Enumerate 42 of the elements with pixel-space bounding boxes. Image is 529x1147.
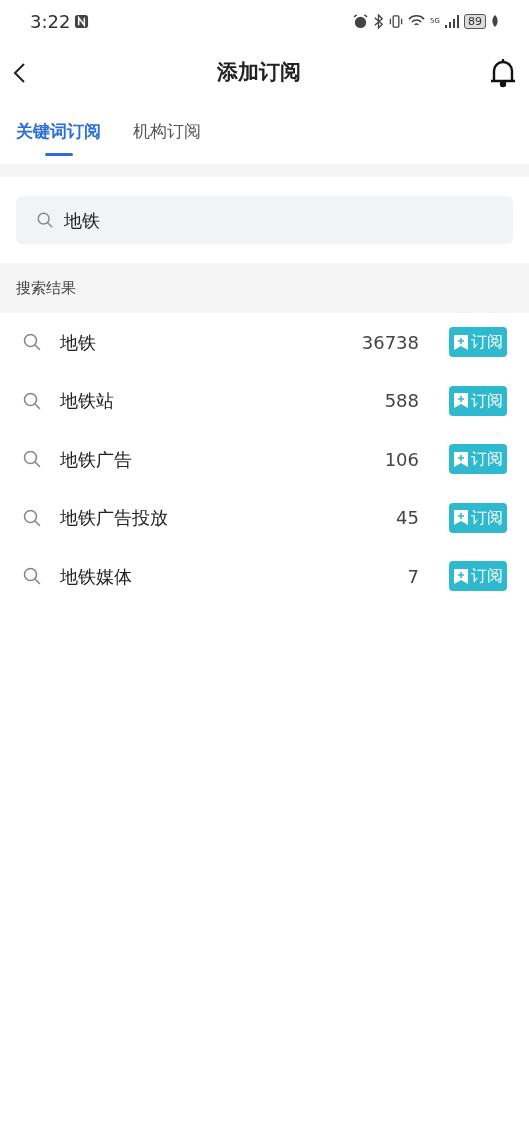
back-icon[interactable] xyxy=(12,62,28,84)
result-keyword: 地铁广告 xyxy=(60,447,132,472)
bookmark-plus-icon xyxy=(453,567,469,585)
search-icon xyxy=(22,332,42,353)
page-title: 添加订阅 xyxy=(216,59,301,87)
leaf-icon xyxy=(491,15,499,27)
result-count: 36738 xyxy=(361,330,419,355)
search-icon xyxy=(22,449,42,470)
tab[interactable]: 关键词订阅 xyxy=(16,118,101,164)
result-count: 7 xyxy=(407,564,419,589)
result-row[interactable]: 地铁站 588 订阅 xyxy=(0,371,529,430)
result-keyword: 地铁 xyxy=(60,330,96,355)
result-row[interactable]: 地铁 36738 订阅 xyxy=(0,313,529,372)
result-keyword: 地铁站 xyxy=(60,389,114,414)
vibrate-icon xyxy=(389,13,404,29)
bookmark-plus-icon xyxy=(453,450,469,468)
search-icon xyxy=(22,390,42,411)
result-count: 45 xyxy=(396,506,419,531)
bookmark-plus-icon xyxy=(453,509,469,527)
result-row[interactable]: 地铁广告 106 订阅 xyxy=(0,430,529,489)
signal-icon xyxy=(445,14,459,28)
result-keyword: 地铁媒体 xyxy=(60,564,132,589)
nfc-icon xyxy=(74,13,90,29)
search-icon xyxy=(22,507,42,528)
result-count: 106 xyxy=(384,447,419,472)
section-heading: 搜索结果 xyxy=(16,277,76,299)
result-row[interactable]: 地铁媒体 7 订阅 xyxy=(0,547,529,606)
result-count: 588 xyxy=(384,389,419,414)
bluetooth-icon xyxy=(373,13,385,29)
status-time: 3:22 xyxy=(30,9,71,34)
wifi-icon xyxy=(408,14,426,28)
battery-indicator: 89 xyxy=(464,13,486,29)
result-keyword: 地铁广告投放 xyxy=(60,506,168,531)
search-icon xyxy=(22,566,42,587)
bookmark-plus-icon xyxy=(453,333,469,351)
tab[interactable]: 机构订阅 xyxy=(133,118,201,164)
search-field[interactable]: 地铁 xyxy=(16,196,513,244)
result-row[interactable]: 地铁广告投放 45 订阅 xyxy=(0,488,529,547)
alarm-icon xyxy=(353,13,369,29)
bookmark-plus-icon xyxy=(453,392,469,410)
bell-icon[interactable] xyxy=(489,58,517,88)
search-icon xyxy=(36,211,54,229)
